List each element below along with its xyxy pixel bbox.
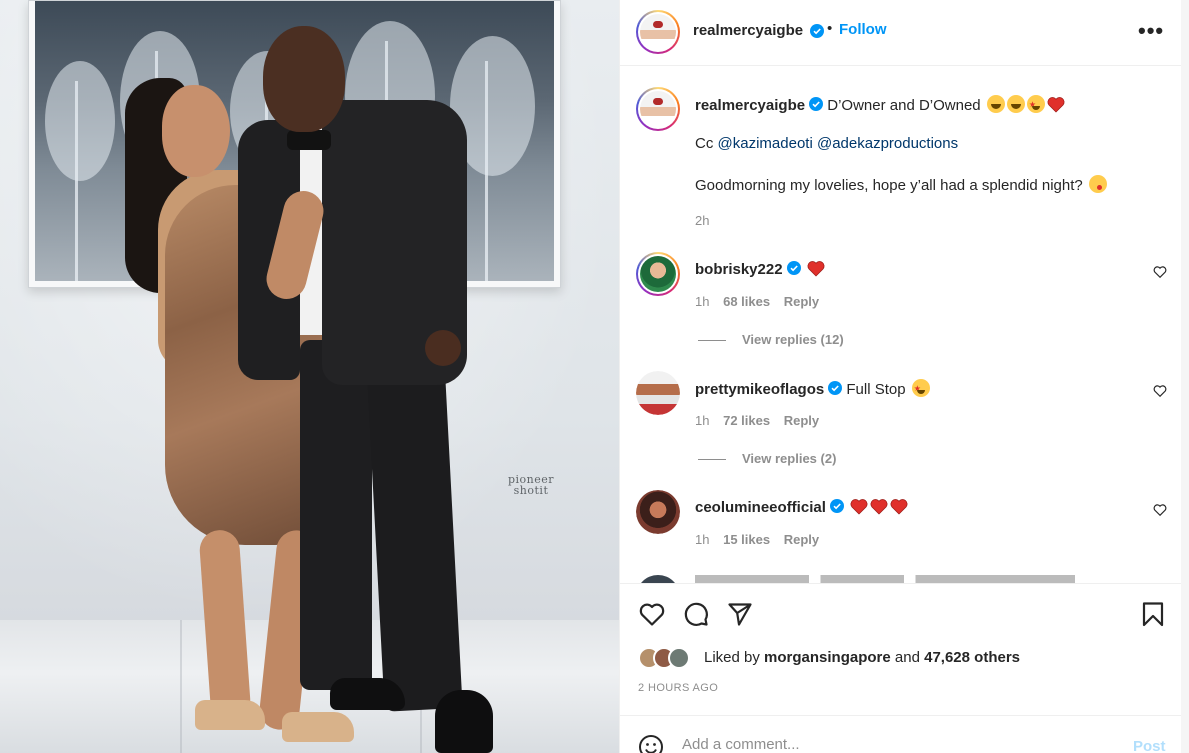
post-timestamp[interactable]: 2 HOURS AGO xyxy=(638,682,718,694)
man-shoe xyxy=(435,690,493,753)
verified-badge-icon xyxy=(828,381,843,395)
reply-button[interactable]: Reply xyxy=(784,294,819,309)
caption-greeting: Goodmorning my lovelies, hope y’all had … xyxy=(695,175,1107,196)
man-trouser-leg xyxy=(300,340,372,690)
caption-username[interactable]: realmercyaigbe xyxy=(695,97,805,114)
scrollbar[interactable] xyxy=(1181,0,1189,753)
commenter-avatar[interactable] xyxy=(636,490,680,534)
post-photo[interactable]: pioneer shotit xyxy=(0,0,619,753)
comment-time[interactable]: 1h xyxy=(695,294,709,309)
heel-shoe xyxy=(195,700,265,730)
commenter-username[interactable]: ceolumineeofficial xyxy=(695,499,826,516)
reply-button[interactable]: Reply xyxy=(784,413,819,428)
replies-divider xyxy=(698,459,726,461)
mention-link[interactable]: @adekazproductions xyxy=(817,135,958,152)
caption-greeting-text: Goodmorning my lovelies, hope y’all had … xyxy=(695,177,1083,194)
post-comment-button[interactable]: Post xyxy=(1133,738,1166,753)
liked-by-and: and xyxy=(894,649,920,666)
author-username[interactable]: realmercyaigbe xyxy=(693,22,803,39)
comment-likes[interactable]: 68 likes xyxy=(723,294,770,309)
woman-face xyxy=(162,85,230,177)
caption-cc-line: Cc @kazimadeoti @adekazproductions xyxy=(695,134,958,154)
red-heart-emoji-icon xyxy=(870,499,888,515)
replies-divider xyxy=(698,340,726,342)
share-direct-icon[interactable] xyxy=(726,600,754,628)
likes-count[interactable]: 47,628 others xyxy=(924,649,1020,666)
like-heart-icon[interactable] xyxy=(638,600,666,628)
tree-crown xyxy=(45,61,115,181)
liker-username[interactable]: morgansingapore xyxy=(764,649,891,666)
verified-badge-icon xyxy=(809,97,824,111)
liked-by-prefix: Liked by xyxy=(704,649,760,666)
comment-line: prettymikeoflagos Full Stop xyxy=(695,379,1145,400)
separator-dot: • xyxy=(827,20,833,37)
laughing-emoji-icon xyxy=(1006,95,1025,113)
red-heart-emoji-icon xyxy=(1047,97,1065,113)
heel-shoe xyxy=(282,712,354,742)
reply-button[interactable]: Reply xyxy=(784,532,819,547)
red-heart-emoji-icon xyxy=(890,499,908,515)
author-avatar[interactable] xyxy=(636,10,680,54)
commenter-avatar[interactable] xyxy=(636,575,680,583)
star-struck-emoji-icon xyxy=(911,379,930,399)
commenter-username[interactable]: prettymikeoflagos xyxy=(695,381,824,398)
commenter-avatar[interactable] xyxy=(636,371,680,415)
caption-time[interactable]: 2h xyxy=(695,213,709,228)
post-actions: Liked by morgansingapore and 47,628 othe… xyxy=(620,583,1182,715)
like-comment-heart-icon[interactable] xyxy=(1153,265,1167,279)
comment-line: bobrisky222 xyxy=(695,260,1145,280)
bow-tie xyxy=(287,130,331,150)
laughing-emoji-icon xyxy=(986,95,1005,113)
comment-icon[interactable] xyxy=(682,600,710,628)
caption-line: realmercyaigbe D’Owner and D’Owned xyxy=(695,95,1145,116)
author-avatar[interactable] xyxy=(636,87,680,131)
comment-meta: 1h 15 likes Reply xyxy=(695,532,829,547)
comment-meta: 1h 72 likes Reply xyxy=(695,413,829,428)
follow-button[interactable]: Follow xyxy=(839,21,887,38)
add-comment-bar: Post xyxy=(620,715,1182,753)
man-head xyxy=(263,26,345,132)
comment-line-partial xyxy=(695,575,1075,583)
commenter-username[interactable]: bobrisky222 xyxy=(695,261,783,278)
photographer-watermark: pioneer shotit xyxy=(508,473,555,497)
view-replies-button[interactable]: View replies (12) xyxy=(698,332,844,347)
red-heart-emoji-icon xyxy=(807,261,825,277)
comment-time[interactable]: 1h xyxy=(695,532,709,547)
floor-tile-line xyxy=(180,620,182,753)
comment-time[interactable]: 1h xyxy=(695,413,709,428)
post-details-panel: realmercyaigbe • Follow ••• realmercyaig… xyxy=(619,0,1189,753)
kiss-emoji-icon xyxy=(1088,175,1107,193)
liker-avatar[interactable] xyxy=(668,647,690,669)
view-replies-label: View replies (2) xyxy=(742,451,837,466)
verified-badge-icon xyxy=(786,261,801,275)
star-struck-emoji-icon xyxy=(1026,95,1045,115)
liked-by-text: Liked by morgansingapore and 47,628 othe… xyxy=(704,649,1020,666)
comments-list[interactable]: realmercyaigbe D’Owner and D’Owned Cc @k… xyxy=(620,67,1182,583)
man-shoe xyxy=(330,678,405,710)
comment-likes[interactable]: 15 likes xyxy=(723,532,770,547)
post-header: realmercyaigbe • Follow ••• xyxy=(620,0,1182,66)
verified-badge-icon xyxy=(829,499,844,513)
like-comment-heart-icon[interactable] xyxy=(1153,503,1167,517)
comment-text: Full Stop xyxy=(846,381,906,398)
caption-text: D’Owner and D’Owned xyxy=(827,97,981,114)
man-hand xyxy=(425,330,461,366)
like-comment-heart-icon[interactable] xyxy=(1153,384,1167,398)
verified-badge-icon xyxy=(810,24,824,38)
red-heart-emoji-icon xyxy=(850,499,868,515)
emoji-picker-icon[interactable] xyxy=(638,734,664,753)
cc-label: Cc xyxy=(695,135,714,152)
comment-likes[interactable]: 72 likes xyxy=(723,413,770,428)
mention-link[interactable]: @kazimadeoti xyxy=(718,135,813,152)
more-options-icon[interactable]: ••• xyxy=(1138,18,1164,44)
view-replies-label: View replies (12) xyxy=(742,332,844,347)
comment-input[interactable] xyxy=(682,736,1102,753)
caption-meta: 2h xyxy=(695,213,719,228)
comment-meta: 1h 68 likes Reply xyxy=(695,294,829,309)
comment-line: ceolumineeofficial xyxy=(695,498,1145,518)
view-replies-button[interactable]: View replies (2) xyxy=(698,451,836,466)
commenter-avatar[interactable] xyxy=(636,252,680,296)
save-bookmark-icon[interactable] xyxy=(1139,600,1167,628)
